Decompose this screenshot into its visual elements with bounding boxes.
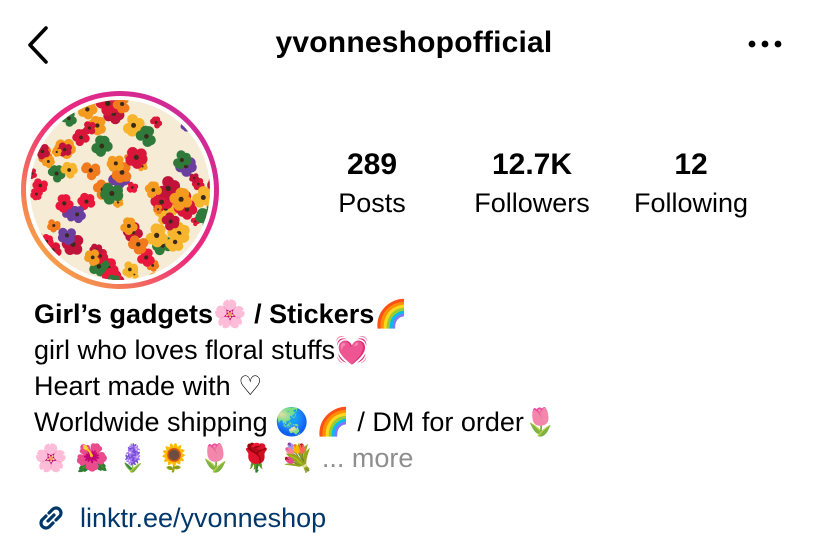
bio-line: Worldwide shipping 🌏 🌈 / DM for order🌷: [34, 407, 558, 437]
profile-bio: Girl’s gadgets🌸 / Stickers🌈 girl who lov…: [34, 296, 814, 476]
profile-header: yvonneshopofficial: [0, 0, 828, 92]
followers-count: 12.7K: [491, 148, 573, 181]
posts-stat[interactable]: 289 Posts: [318, 146, 426, 220]
bio-emojis: 🌸 🌺 🪻 🌻 🌷 🌹 💐: [34, 443, 315, 473]
link-icon: [39, 506, 63, 530]
bio-line: Heart made with ♡: [34, 371, 263, 401]
bio-name: Girl’s gadgets🌸 / Stickers🌈: [34, 299, 408, 329]
profile-avatar[interactable]: [18, 88, 222, 292]
followers-label: Followers: [474, 188, 590, 218]
profile-username: yvonneshopofficial: [275, 26, 553, 59]
bio-more-link[interactable]: ... more: [322, 443, 414, 473]
bio-line: girl who loves floral stuffs💓: [34, 335, 369, 365]
bio-link-text[interactable]: linktr.ee/yvonneshop: [80, 503, 326, 534]
bio-link[interactable]: linktr.ee/yvonneshop: [34, 498, 326, 538]
following-stat[interactable]: 12 Following: [620, 146, 762, 220]
followers-stat[interactable]: 12.7K Followers: [462, 146, 602, 220]
following-count: 12: [674, 148, 708, 181]
posts-count: 289: [346, 148, 398, 181]
posts-label: Posts: [338, 188, 406, 218]
floral-avatar-image: [21, 91, 219, 289]
following-label: Following: [633, 188, 749, 218]
more-options-button[interactable]: [744, 32, 786, 56]
bio-line-emojis: 🌸 🌺 🪻 🌻 🌷 🌹 💐 ... more: [34, 440, 814, 476]
more-horizontal-icon: [748, 40, 782, 48]
